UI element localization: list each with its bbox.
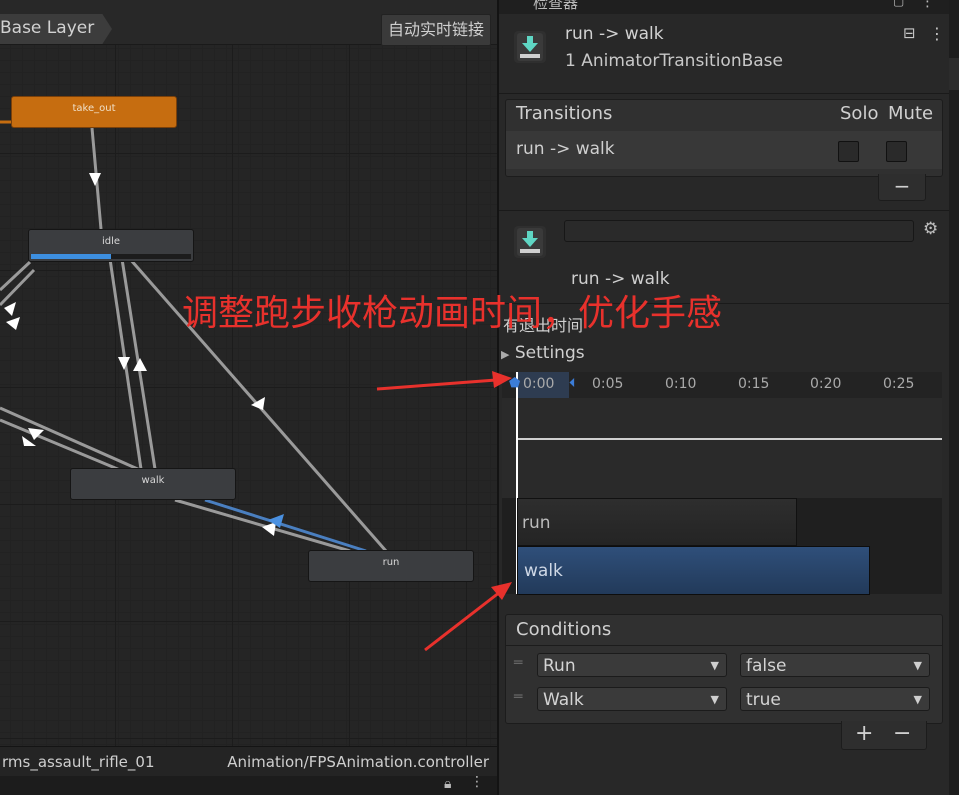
conditions-title: Conditions	[516, 619, 612, 640]
window-edge	[949, 0, 959, 795]
inspector-tab[interactable]: 检查器	[533, 0, 578, 13]
divider	[506, 645, 942, 646]
timeline-curve-area	[502, 398, 942, 498]
condition-value-dropdown[interactable]: false ▼	[740, 653, 930, 677]
scrollbar-thumb[interactable]	[949, 58, 959, 90]
destination-clip-bar[interactable]: walk	[517, 546, 870, 595]
idle-progress-fill	[31, 254, 111, 259]
transition-timeline[interactable]: ⬟ ⏴ 0:00 0:05 0:10 0:15 0:20 0:25 run wa…	[502, 372, 942, 595]
mute-checkbox[interactable]	[886, 141, 907, 162]
chevron-down-icon: ▼	[913, 659, 922, 672]
transition-start-marker-icon[interactable]: ⬟	[509, 376, 520, 391]
state-node-idle[interactable]: idle	[28, 229, 194, 262]
annotation-text: 调整跑步收枪动画时间，优化手感	[182, 293, 723, 334]
transition-arrow	[6, 317, 20, 330]
transitions-list: Transitions Solo Mute run -> walk	[505, 99, 943, 177]
transition-end-marker-icon[interactable]: ⏴	[569, 376, 576, 391]
transition-arrow	[118, 357, 130, 370]
status-controller-path: Animation/FPSAnimation.controller	[227, 753, 489, 771]
condition-value-dropdown[interactable]: true ▼	[740, 687, 930, 711]
source-clip-bar[interactable]: run	[517, 498, 797, 546]
settings-foldout[interactable]: ▶ Settings	[501, 343, 585, 363]
state-label: walk	[141, 475, 165, 486]
solo-checkbox[interactable]	[838, 141, 859, 162]
conditions-list: Conditions ═ Run ▼ false ▼ ═ Walk ▼ true ▼	[505, 614, 943, 724]
remove-condition-button[interactable]: −	[893, 721, 911, 746]
sliders-icon[interactable]: ⊟	[903, 24, 916, 42]
layer-breadcrumb[interactable]: Base Layer	[0, 14, 112, 44]
add-condition-button[interactable]: +	[855, 721, 873, 746]
transition-icon	[514, 226, 546, 258]
condition-parameter-dropdown[interactable]: Run ▼	[537, 653, 727, 677]
solo-header: Solo	[840, 103, 879, 124]
transition-arrow	[89, 173, 101, 186]
transitions-title: Transitions	[516, 103, 613, 124]
more-options-icon[interactable]: ⋮	[470, 774, 484, 790]
status-asset-name: rms_assault_rifle_01	[2, 753, 155, 771]
timeline-tick: 0:20	[810, 376, 842, 392]
drag-handle-icon[interactable]: ═	[514, 689, 522, 705]
more-options-icon[interactable]: ⋮	[929, 24, 945, 43]
animator-panel: take_out idle walk run Base Layer 自动实时链接…	[0, 0, 497, 795]
timeline-tick: 0:05	[592, 376, 624, 392]
idle-progress-track	[31, 254, 191, 259]
condition-parameter: Walk	[543, 690, 584, 710]
timeline-tick: 0:25	[883, 376, 915, 392]
chevron-down-icon: ▼	[710, 659, 719, 672]
transition-name-field[interactable]	[564, 220, 914, 242]
timeline-tick: 0:10	[665, 376, 697, 392]
remove-transition-button[interactable]: −	[878, 174, 926, 201]
animator-toolbar: Base Layer 自动实时链接	[0, 0, 497, 46]
state-node-take-out[interactable]: take_out	[11, 96, 177, 128]
settings-label: Settings	[514, 343, 585, 363]
source-clip-label: run	[522, 513, 551, 533]
transition-arrow	[133, 358, 147, 371]
condition-parameter: Run	[543, 656, 576, 676]
transition-icon	[514, 31, 546, 63]
destination-clip-label: walk	[524, 561, 563, 581]
transition-line	[0, 418, 121, 472]
mute-header: Mute	[888, 103, 934, 124]
bottom-panel-header: 🔒︎ ⋮	[0, 774, 497, 795]
selected-transition-line	[204, 498, 367, 553]
gear-icon[interactable]: ⚙	[923, 219, 938, 239]
transition-arrow	[262, 522, 276, 536]
inspector-tab-bar: 检查器 ▢ ⋮	[499, 0, 949, 14]
state-label: run	[382, 557, 400, 568]
auto-live-link-button[interactable]: 自动实时链接	[380, 14, 491, 46]
timeline-tick: 0:00	[523, 376, 555, 392]
conditions-footer: + −	[841, 721, 927, 750]
weight-curve	[518, 438, 942, 440]
inspector-panel: 检查器 ▢ ⋮ run -> walk 1 AnimatorTransition…	[499, 0, 949, 795]
state-label: idle	[101, 236, 121, 247]
maximize-icon[interactable]: ▢	[893, 0, 904, 8]
transition-line	[0, 406, 141, 472]
drag-handle-icon[interactable]: ═	[514, 655, 522, 671]
inspector-title: run -> walk	[565, 24, 664, 44]
chevron-down-icon: ▼	[710, 693, 719, 706]
state-node-walk[interactable]: walk	[70, 468, 236, 500]
layer-name: Base Layer	[0, 18, 95, 38]
foldout-arrow-icon: ▶	[501, 348, 510, 361]
condition-value: false	[746, 656, 787, 676]
divider	[499, 210, 949, 211]
condition-parameter-dropdown[interactable]: Walk ▼	[537, 687, 727, 711]
transition-row[interactable]: run -> walk	[506, 131, 942, 169]
chevron-down-icon: ▼	[913, 693, 922, 706]
transition-arrow	[4, 302, 16, 316]
animator-statusbar: rms_assault_rifle_01 Animation/FPSAnimat…	[0, 746, 497, 777]
transition-line	[0, 260, 32, 292]
state-label: take_out	[72, 103, 116, 114]
state-machine-graph[interactable]: take_out idle walk run	[0, 44, 497, 746]
transition-label: run -> walk	[571, 269, 670, 289]
condition-value: true	[746, 690, 781, 710]
divider	[499, 93, 949, 94]
lock-icon[interactable]: 🔒︎	[444, 776, 451, 792]
inspector-subtitle: 1 AnimatorTransitionBase	[565, 51, 783, 71]
more-options-icon[interactable]: ⋮	[920, 0, 935, 10]
timeline-tick: 0:15	[738, 376, 770, 392]
state-node-run[interactable]: run	[308, 550, 474, 582]
transition-row-label: run -> walk	[516, 139, 615, 159]
transition-line	[174, 498, 351, 553]
